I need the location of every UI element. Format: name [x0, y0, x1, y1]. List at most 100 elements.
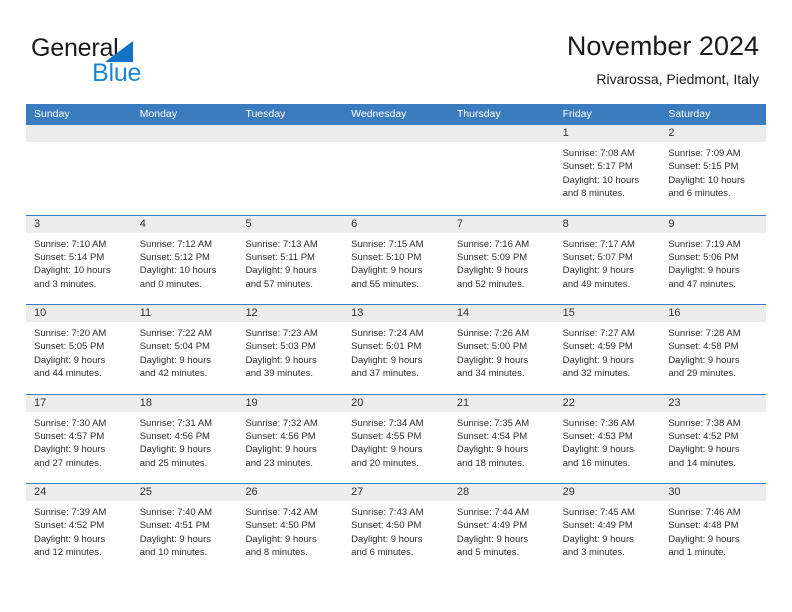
day-number: 13: [343, 305, 449, 322]
day-info: Sunrise: 7:31 AM Sunset: 4:56 PM Dayligh…: [132, 412, 238, 471]
week-row: 1 Sunrise: 7:08 AM Sunset: 5:17 PM Dayli…: [26, 125, 767, 215]
day-number: [131, 125, 238, 142]
daylight-text-line1: Daylight: 10 hours: [139, 265, 217, 277]
day-number: 26: [237, 484, 344, 501]
day-number: 24: [26, 484, 132, 501]
daylight-text-line2: and 5 minutes.: [456, 547, 520, 559]
day-cell[interactable]: 7 Sunrise: 7:16 AM Sunset: 5:09 PM Dayli…: [448, 215, 555, 305]
day-info: Sunrise: 7:24 AM Sunset: 5:01 PM Dayligh…: [343, 322, 449, 381]
day-info: Sunrise: 7:13 AM Sunset: 5:11 PM Dayligh…: [237, 233, 343, 292]
day-cell[interactable]: 27 Sunrise: 7:43 AM Sunset: 4:50 PM Dayl…: [343, 484, 449, 573]
day-cell[interactable]: 11 Sunrise: 7:22 AM Sunset: 5:04 PM Dayl…: [131, 305, 238, 394]
day-cell[interactable]: 14 Sunrise: 7:26 AM Sunset: 5:00 PM Dayl…: [448, 305, 555, 394]
general-blue-logo[interactable]: General Blue: [31, 34, 211, 90]
daylight-text-line2: and 52 minutes.: [456, 278, 525, 290]
day-info: Sunrise: 7:16 AM Sunset: 5:09 PM Dayligh…: [449, 233, 555, 292]
sunrise-text: Sunrise: 7:27 AM: [562, 328, 635, 339]
day-cell[interactable]: 12 Sunrise: 7:23 AM Sunset: 5:03 PM Dayl…: [237, 305, 344, 394]
daylight-text-line1: Daylight: 9 hours: [668, 444, 740, 456]
day-info: Sunrise: 7:30 AM Sunset: 4:57 PM Dayligh…: [26, 412, 132, 471]
day-cell[interactable]: 10 Sunrise: 7:20 AM Sunset: 5:05 PM Dayl…: [26, 305, 132, 394]
sunrise-text: Sunrise: 7:46 AM: [668, 507, 741, 518]
day-number: 9: [660, 215, 767, 233]
location-subtitle: Rivarossa, Piedmont, Italy: [596, 71, 759, 87]
weekday-header-saturday: Saturday: [668, 108, 711, 120]
day-cell[interactable]: 20 Sunrise: 7:34 AM Sunset: 4:55 PM Dayl…: [343, 394, 449, 484]
day-info: Sunrise: 7:32 AM Sunset: 4:56 PM Dayligh…: [237, 412, 343, 471]
day-cell[interactable]: 13 Sunrise: 7:24 AM Sunset: 5:01 PM Dayl…: [343, 305, 449, 394]
daylight-text-line1: Daylight: 9 hours: [562, 444, 634, 456]
sunset-text: Sunset: 4:50 PM: [351, 520, 422, 532]
day-number: 11: [131, 305, 238, 322]
daylight-text-line2: and 25 minutes.: [139, 457, 208, 469]
day-cell[interactable]: 6 Sunrise: 7:15 AM Sunset: 5:10 PM Dayli…: [343, 215, 449, 305]
day-cell[interactable]: 22 Sunrise: 7:36 AM Sunset: 4:53 PM Dayl…: [554, 394, 661, 484]
day-number: 8: [554, 215, 661, 233]
sunset-text: Sunset: 4:52 PM: [34, 520, 105, 532]
sunset-text: Sunset: 4:59 PM: [562, 341, 633, 353]
sunrise-text: Sunrise: 7:38 AM: [668, 417, 741, 429]
page-header: General Blue November 2024 Rivarossa, Pi…: [0, 0, 792, 100]
day-number: 20: [343, 394, 449, 412]
daylight-text-line2: and 57 minutes.: [245, 278, 314, 290]
sunset-text: Sunset: 4:56 PM: [139, 430, 210, 442]
sunrise-text: Sunrise: 7:45 AM: [562, 507, 635, 518]
day-cell[interactable]: 3 Sunrise: 7:10 AM Sunset: 5:14 PM Dayli…: [26, 215, 132, 305]
day-cell[interactable]: 26 Sunrise: 7:42 AM Sunset: 4:50 PM Dayl…: [237, 484, 344, 573]
day-cell[interactable]: 29 Sunrise: 7:45 AM Sunset: 4:49 PM Dayl…: [554, 484, 661, 573]
day-info: Sunrise: 7:12 AM Sunset: 5:12 PM Dayligh…: [132, 233, 238, 292]
day-number: 22: [554, 394, 661, 412]
sunrise-text: Sunrise: 7:34 AM: [351, 417, 424, 429]
day-cell[interactable]: 25 Sunrise: 7:40 AM Sunset: 4:51 PM Dayl…: [131, 484, 238, 573]
sunrise-text: Sunrise: 7:19 AM: [668, 238, 741, 250]
sunrise-text: Sunrise: 7:16 AM: [456, 238, 530, 250]
day-number: 18: [131, 394, 238, 412]
day-cell[interactable]: 8 Sunrise: 7:17 AM Sunset: 5:07 PM Dayli…: [554, 215, 661, 305]
daylight-text-line2: and 55 minutes.: [351, 278, 419, 290]
day-number: 17: [26, 394, 132, 412]
day-cell[interactable]: 15 Sunrise: 7:27 AM Sunset: 4:59 PM Dayl…: [554, 305, 661, 394]
day-cell[interactable]: 5 Sunrise: 7:13 AM Sunset: 5:11 PM Dayli…: [237, 215, 344, 305]
daylight-text-line1: Daylight: 9 hours: [34, 444, 106, 456]
day-number: 21: [448, 394, 555, 412]
day-info: Sunrise: 7:27 AM Sunset: 4:59 PM Dayligh…: [555, 322, 661, 381]
day-cell[interactable]: 17 Sunrise: 7:30 AM Sunset: 4:57 PM Dayl…: [26, 394, 132, 484]
weekday-header-friday: Friday: [562, 108, 592, 120]
day-cell[interactable]: 24 Sunrise: 7:39 AM Sunset: 4:52 PM Dayl…: [26, 484, 132, 573]
day-cell[interactable]: 18 Sunrise: 7:31 AM Sunset: 4:56 PM Dayl…: [131, 394, 238, 484]
day-cell[interactable]: 28 Sunrise: 7:44 AM Sunset: 4:49 PM Dayl…: [448, 484, 555, 573]
daylight-text-line2: and 23 minutes.: [245, 457, 314, 469]
day-number: [448, 125, 555, 142]
weekday-header-row: Sunday Monday Tuesday Wednesday Thursday…: [26, 104, 766, 125]
day-info: Sunrise: 7:46 AM Sunset: 4:48 PM Dayligh…: [660, 501, 766, 560]
day-cell[interactable]: 2 Sunrise: 7:09 AM Sunset: 5:15 PM Dayli…: [660, 125, 767, 215]
daylight-text-line2: and 49 minutes.: [562, 278, 631, 290]
day-cell: [343, 125, 449, 215]
sunrise-text: Sunrise: 7:43 AM: [351, 507, 424, 518]
daylight-text-line2: and 0 minutes.: [139, 278, 203, 290]
sunset-text: Sunset: 5:12 PM: [139, 251, 210, 263]
day-info: Sunrise: 7:08 AM Sunset: 5:17 PM Dayligh…: [555, 142, 661, 201]
day-cell[interactable]: 23 Sunrise: 7:38 AM Sunset: 4:52 PM Dayl…: [660, 394, 767, 484]
sunset-text: Sunset: 4:51 PM: [139, 520, 210, 532]
sunset-text: Sunset: 5:09 PM: [456, 251, 528, 263]
day-cell[interactable]: 16 Sunrise: 7:28 AM Sunset: 4:58 PM Dayl…: [660, 305, 767, 394]
daylight-text-line2: and 6 minutes.: [351, 547, 414, 559]
day-cell[interactable]: 1 Sunrise: 7:08 AM Sunset: 5:17 PM Dayli…: [554, 125, 661, 215]
day-info: Sunrise: 7:22 AM Sunset: 5:04 PM Dayligh…: [132, 322, 238, 381]
day-cell[interactable]: 19 Sunrise: 7:32 AM Sunset: 4:56 PM Dayl…: [237, 394, 344, 484]
weekday-header-thursday: Thursday: [456, 108, 501, 120]
day-cell[interactable]: 30 Sunrise: 7:46 AM Sunset: 4:48 PM Dayl…: [660, 484, 767, 573]
week-row: 24 Sunrise: 7:39 AM Sunset: 4:52 PM Dayl…: [26, 483, 767, 573]
sunset-text: Sunset: 4:53 PM: [562, 430, 633, 442]
day-info: Sunrise: 7:23 AM Sunset: 5:03 PM Dayligh…: [237, 322, 343, 381]
day-cell[interactable]: 9 Sunrise: 7:19 AM Sunset: 5:06 PM Dayli…: [660, 215, 767, 305]
sunset-text: Sunset: 5:04 PM: [139, 341, 210, 353]
day-cell[interactable]: 21 Sunrise: 7:35 AM Sunset: 4:54 PM Dayl…: [448, 394, 555, 484]
sunrise-text: Sunrise: 7:20 AM: [34, 328, 107, 339]
day-number: 7: [448, 215, 555, 233]
sunrise-text: Sunrise: 7:26 AM: [456, 328, 530, 339]
day-number: 27: [343, 484, 449, 501]
day-cell[interactable]: 4 Sunrise: 7:12 AM Sunset: 5:12 PM Dayli…: [131, 215, 238, 305]
sunset-text: Sunset: 5:11 PM: [245, 251, 315, 263]
